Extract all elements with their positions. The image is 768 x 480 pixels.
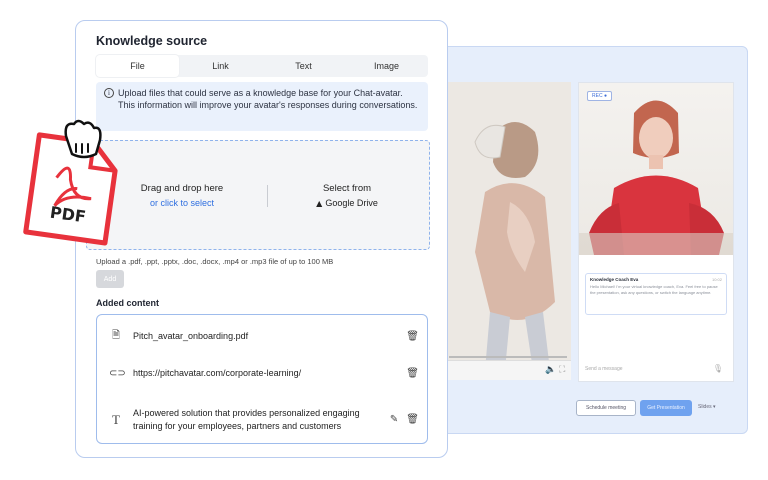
- get-presentation-button[interactable]: Get Presentation: [640, 400, 692, 416]
- chat-card-time: 10:02: [711, 277, 722, 282]
- added-content-title: Added content: [96, 298, 159, 308]
- dropzone-local[interactable]: Drag and drop here or click to select: [107, 183, 257, 208]
- knowledge-source-card: Knowledge source File Link Text Image i …: [75, 20, 448, 458]
- delete-icon[interactable]: 🗑: [406, 331, 419, 342]
- grabbing-hand-icon: [64, 119, 102, 159]
- avatar-woman-image: [579, 100, 733, 255]
- list-item: ⊂⊃ https://pitchavatar.com/corporate-lea…: [109, 367, 419, 380]
- presenter-figure-image: [474, 122, 555, 370]
- volume-icon[interactable]: 🔈: [545, 365, 556, 375]
- text-icon: T: [112, 411, 120, 427]
- chat-card-title: Knowledge Coach Eva: [590, 277, 639, 282]
- chat-avatar-panel: REC ● Knowledge Coach Eva 10:02 Hello Mi…: [578, 82, 734, 382]
- tab-file[interactable]: File: [96, 55, 179, 77]
- pdf-file-sticker: [23, 119, 118, 246]
- slides-label: Slides: [698, 404, 712, 410]
- microphone-icon[interactable]: 🎙: [713, 364, 723, 373]
- list-item-text: Pitch_avatar_onboarding.pdf: [133, 331, 249, 342]
- list-item-text: https://pitchavatar.com/corporate-learni…: [133, 368, 302, 378]
- upload-hint: Upload a .pdf, .ppt, .pptx, .doc, .docx,…: [96, 257, 334, 266]
- google-drive-icon: ▲: [316, 199, 323, 208]
- edit-icon[interactable]: ✎: [390, 414, 398, 425]
- chat-message-input[interactable]: Send a message: [585, 366, 623, 372]
- presenter-video: [447, 82, 571, 370]
- add-button[interactable]: Add: [96, 270, 124, 288]
- list-item: 🗎 Pitch_avatar_onboarding.pdf 🗑: [109, 328, 419, 345]
- source-tabs: File Link Text Image: [96, 55, 428, 77]
- dropzone-divider: [267, 185, 268, 207]
- recording-badge: REC ●: [587, 91, 612, 101]
- fullscreen-icon[interactable]: ⛶: [559, 365, 565, 375]
- google-drive-label: Google Drive: [325, 198, 378, 208]
- card-title: Knowledge source: [96, 34, 208, 48]
- list-item: T AI-powered solution that provides pers…: [109, 407, 419, 432]
- select-from-label: Select from: [322, 183, 372, 194]
- info-icon: i: [104, 88, 114, 98]
- delete-icon[interactable]: 🗑: [406, 368, 419, 379]
- click-to-select-link[interactable]: or click to select: [107, 198, 257, 208]
- tab-image[interactable]: Image: [345, 55, 428, 77]
- document-icon: 🗎: [111, 330, 121, 341]
- google-drive-option[interactable]: Select from ▲ Google Drive: [287, 183, 407, 208]
- delete-icon[interactable]: 🗑: [406, 414, 419, 425]
- file-dropzone[interactable]: Drag and drop here or click to select Se…: [86, 140, 430, 250]
- slides-dropdown[interactable]: Slides ▾: [698, 404, 716, 410]
- video-progress-bar[interactable]: [449, 356, 567, 358]
- avatar-video: REC ●: [579, 83, 733, 255]
- tab-link[interactable]: Link: [179, 55, 262, 77]
- added-content-list: 🗎 Pitch_avatar_onboarding.pdf 🗑 ⊂⊃ https…: [96, 314, 428, 444]
- tab-text[interactable]: Text: [262, 55, 345, 77]
- list-item-text: AI-powered solution that provides person…: [133, 408, 360, 431]
- chat-card-text: Hello Michael! I'm your virtual knowledg…: [590, 284, 718, 295]
- dropzone-title: Drag and drop here: [140, 183, 224, 194]
- chat-message-card: Knowledge Coach Eva 10:02 Hello Michael!…: [585, 273, 727, 315]
- link-icon: ⊂⊃: [109, 367, 126, 379]
- info-notice: i Upload files that could serve as a kno…: [96, 82, 428, 131]
- notice-text: Upload files that could serve as a knowl…: [118, 88, 418, 110]
- schedule-meeting-button[interactable]: Schedule meeting: [576, 400, 636, 416]
